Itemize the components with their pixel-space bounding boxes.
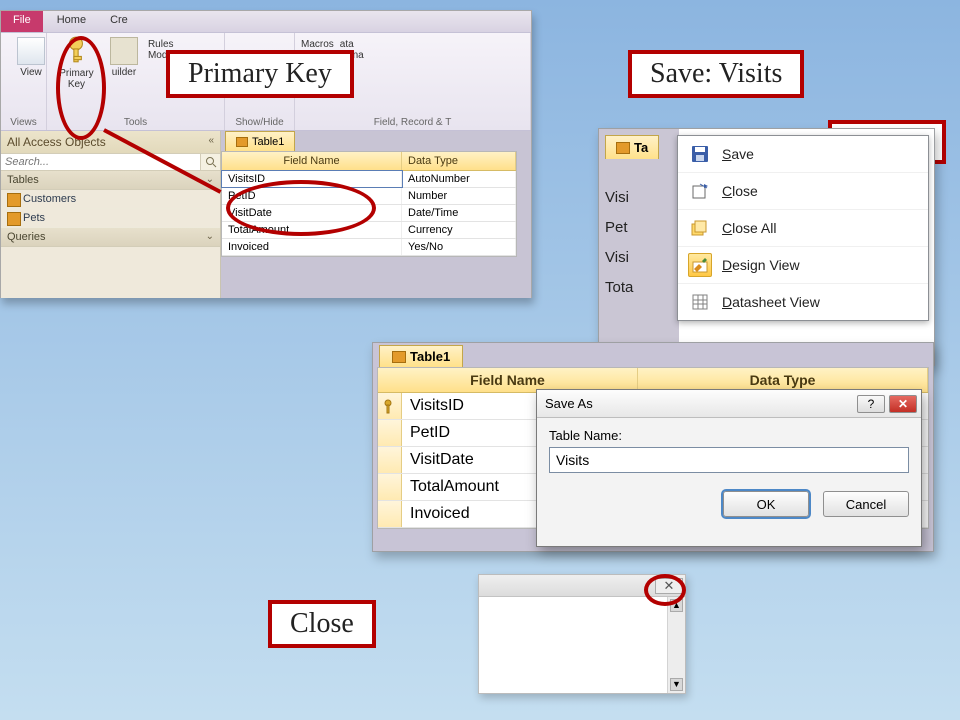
chevron-icon: ⌄ (206, 231, 214, 243)
callout-close: Close (268, 600, 376, 648)
tab-create[interactable]: Cre (98, 11, 140, 32)
annotation-ellipse-close (644, 574, 686, 606)
cell[interactable]: Number (402, 188, 516, 204)
row-header (378, 420, 402, 446)
table-icon (236, 137, 248, 147)
header-data-type: Data Type (402, 152, 516, 170)
annotation-ellipse-field (226, 180, 376, 236)
context-menu: Save Close Close All Design View Datashe… (677, 135, 929, 321)
menu-label: Datasheet View (722, 294, 820, 310)
field-partial: Pet (605, 213, 665, 243)
annotation-ellipse-key (56, 36, 106, 140)
close-button[interactable]: ✕ (889, 395, 917, 413)
row-header (378, 501, 402, 527)
builder-icon (110, 37, 138, 65)
menu-item-save[interactable]: Save (678, 136, 928, 173)
field-partial: Visi (605, 243, 665, 273)
builder-button-label: uilder (106, 67, 142, 78)
help-button[interactable]: ? (857, 395, 885, 413)
scroll-down-icon[interactable]: ▼ (670, 678, 683, 691)
menu-label: Close (722, 183, 758, 199)
nav-category-tables-label: Tables (7, 174, 39, 186)
nav-category-queries[interactable]: Queries ⌄ (1, 228, 220, 247)
table-row[interactable]: InvoicedYes/No (222, 239, 516, 256)
menu-label: Close All (722, 220, 776, 236)
partial-field-column: Visi Pet Visi Tota (605, 183, 665, 303)
design-view-icon (688, 253, 712, 277)
cancel-button[interactable]: Cancel (823, 491, 909, 517)
empty-content (479, 597, 667, 693)
dialog-titlebar: Save As ? ✕ (537, 390, 921, 418)
ribbon-group-showhide: Show/Hide (231, 117, 288, 130)
view-icon (17, 37, 45, 65)
datasheet-view-icon (688, 290, 712, 314)
document-tab-label: Table1 (410, 349, 450, 364)
search-icon[interactable] (200, 154, 220, 170)
navigation-pane: All Access Objects « Tables ⌄ Customers … (1, 131, 221, 298)
ribbon-group-fieldrecord: Field, Record & T (301, 117, 524, 130)
menu-item-close[interactable]: Close (678, 173, 928, 210)
collapse-icon[interactable]: « (208, 135, 214, 149)
document-tab-label: Table1 (252, 136, 284, 148)
cell[interactable]: Invoiced (222, 239, 402, 255)
save-icon (688, 142, 712, 166)
nav-header-label: All Access Objects (7, 135, 106, 149)
tab-home[interactable]: Home (45, 11, 98, 32)
macros-button[interactable]: Macros (301, 39, 334, 50)
nav-item-pets[interactable]: Pets (1, 209, 220, 228)
ata-label: ata (340, 39, 364, 50)
cell[interactable]: Yes/No (402, 239, 516, 255)
ribbon-group-views: Views (7, 117, 40, 130)
document-tab-label: Ta (634, 140, 648, 155)
document-tab-table1[interactable]: Table1 (225, 131, 295, 151)
close-all-icon (688, 216, 712, 240)
builder-button[interactable]: uilder (106, 35, 142, 90)
menu-label: Design View (722, 257, 800, 273)
menu-item-design-view[interactable]: Design View (678, 247, 928, 284)
nav-item-customers[interactable]: Customers (1, 190, 220, 209)
table-icon (392, 351, 406, 363)
callout-save-visits: Save: Visits (628, 50, 804, 98)
context-menu-window: Ta Visi Pet Visi Tota Save Close Close A… (598, 128, 935, 366)
close-icon (688, 179, 712, 203)
menu-item-close-all[interactable]: Close All (678, 210, 928, 247)
scrollbar[interactable]: ▲ ▼ (667, 597, 685, 693)
table-name-input[interactable] (549, 447, 909, 473)
field-partial: Visi (605, 183, 665, 213)
dialog-title: Save As (545, 396, 593, 411)
table-icon (616, 142, 630, 154)
cell[interactable]: Date/Time (402, 205, 516, 221)
header-field-name: Field Name (222, 152, 402, 170)
cell[interactable]: AutoNumber (402, 171, 516, 187)
rules-button[interactable]: Rules (148, 39, 218, 50)
row-header-key-icon (378, 393, 402, 419)
row-header (378, 474, 402, 500)
callout-primary-key: Primary Key (166, 50, 354, 98)
row-header (378, 447, 402, 473)
save-as-dialog: Save As ? ✕ Table Name: OK Cancel (536, 389, 922, 547)
nav-category-queries-label: Queries (7, 231, 46, 243)
menu-label: Save (722, 146, 754, 162)
field-partial: Tota (605, 273, 665, 303)
tab-file[interactable]: File (1, 11, 43, 32)
document-tab-partial[interactable]: Ta (605, 135, 659, 159)
nav-search (1, 154, 220, 171)
document-tab-table1[interactable]: Table1 (379, 345, 463, 367)
table-name-label: Table Name: (549, 428, 909, 443)
ribbon-tabs: File Home Cre (1, 11, 531, 33)
menu-item-datasheet-view[interactable]: Datasheet View (678, 284, 928, 320)
ok-button[interactable]: OK (723, 491, 809, 517)
cell[interactable]: Currency (402, 222, 516, 238)
